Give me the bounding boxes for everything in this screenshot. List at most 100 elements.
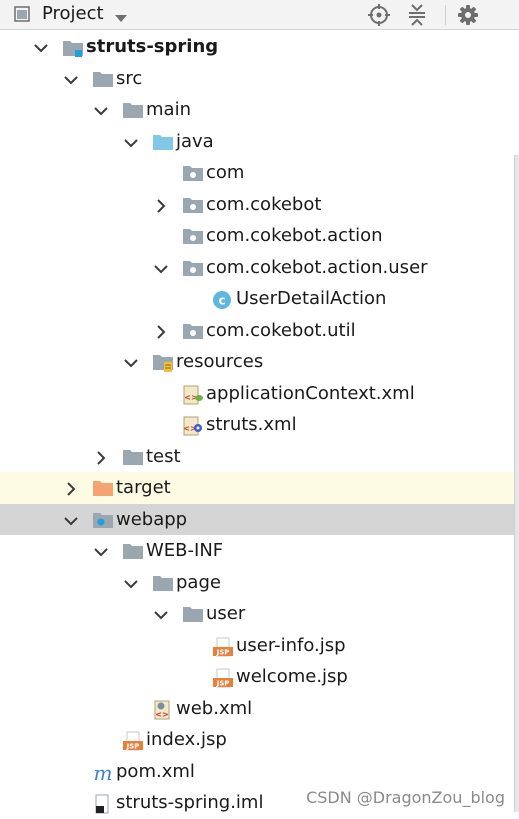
jsp-file-icon: JSP (122, 731, 143, 751)
chevron-down-icon[interactable] (124, 355, 138, 369)
tree-node-resources[interactable]: resources (0, 346, 519, 378)
tree-node-label: com.cokebot.action (206, 225, 383, 246)
tree-node-userdetailaction[interactable]: c UserDetailAction (0, 283, 519, 315)
spring-xml-icon: <> (182, 385, 203, 404)
tree-node-label: main (146, 99, 191, 120)
tree-node-target[interactable]: target (0, 472, 519, 504)
collapse-all-icon[interactable] (405, 3, 429, 27)
tree-node-label: test (146, 445, 181, 467)
tree-node-com-cokebot-action[interactable]: com.cokebot.action (0, 220, 519, 252)
tree-node-com-cokebot[interactable]: com.cokebot (0, 189, 519, 221)
tree-node-label: web.xml (176, 697, 253, 719)
tree-node-label: target (116, 477, 171, 498)
chevron-right-icon[interactable] (154, 324, 168, 339)
tree-node-main[interactable]: main (0, 94, 519, 126)
package-icon (182, 322, 203, 340)
tree-node-label: index.jsp (146, 729, 227, 750)
package-icon (182, 164, 203, 182)
folder-icon (122, 448, 143, 466)
package-icon (182, 259, 203, 277)
svg-text:JSP: JSP (216, 648, 230, 656)
tree-node-label: struts-spring.iml (116, 792, 264, 813)
tree-node-label: webapp (116, 508, 188, 530)
tree-node-web-xml[interactable]: <> web.xml (0, 693, 519, 725)
folder-icon (152, 574, 173, 592)
chevron-down-icon[interactable] (64, 513, 78, 527)
project-tree: struts-spring src main java com com.cokebot co… (0, 31, 519, 819)
tree-node-user-info-jsp[interactable]: JSP user-info.jsp (0, 630, 519, 662)
tree-node-pom-xml[interactable]: m pom.xml (0, 756, 519, 788)
project-view-icon (14, 6, 30, 22)
tree-node-label: pom.xml (116, 760, 195, 782)
tree-node-label: resources (176, 351, 264, 372)
chevron-down-icon[interactable] (154, 261, 168, 275)
chevron-right-icon[interactable] (94, 450, 108, 465)
module-folder-icon (62, 38, 83, 57)
web-xml-icon: <> (152, 700, 172, 719)
java-class-icon: c (212, 290, 232, 309)
folder-icon (182, 605, 203, 623)
tree-node-src[interactable]: src (0, 63, 519, 95)
struts-xml-icon: <> (182, 416, 202, 436)
tree-node-label: src (116, 67, 143, 89)
tree-node-web-inf[interactable]: WEB-INF (0, 535, 519, 567)
chevron-down-icon[interactable] (124, 135, 138, 149)
iml-file-icon (92, 794, 112, 814)
tree-node-label: struts-spring (86, 36, 219, 57)
folder-icon (92, 70, 113, 88)
tree-node-label: com.cokebot.util (206, 319, 356, 341)
tree-node-label: WEB-INF (146, 540, 224, 561)
folder-icon (122, 542, 143, 560)
web-folder-icon (92, 511, 113, 529)
folder-icon (122, 101, 143, 119)
maven-icon: m (92, 761, 113, 785)
project-tool-window-header: Project (0, 0, 519, 30)
svg-text:JSP: JSP (216, 680, 230, 688)
tree-node-java[interactable]: java (0, 126, 519, 158)
tree-node-struts-spring[interactable]: struts-spring (0, 31, 519, 63)
tree-node-label: com (206, 162, 245, 183)
tree-node-label: applicationContext.xml (206, 382, 415, 404)
chevron-down-icon[interactable] (154, 607, 168, 621)
tree-node-label: user (206, 603, 246, 624)
svg-text:<>: <> (155, 710, 168, 719)
svg-text:m: m (94, 763, 113, 783)
tree-node-struts-xml[interactable]: <> struts.xml (0, 409, 519, 441)
chevron-down-icon[interactable] (114, 9, 128, 28)
gear-icon[interactable] (456, 3, 480, 27)
package-icon (182, 196, 203, 214)
chevron-down-icon[interactable] (34, 40, 48, 54)
locate-icon[interactable] (367, 3, 391, 27)
tree-node-label: java (176, 130, 214, 152)
tree-node-com-cokebot-util[interactable]: com.cokebot.util (0, 315, 519, 347)
jsp-file-icon: JSP (212, 637, 233, 656)
svg-text:JSP: JSP (126, 743, 140, 751)
tree-node-welcome-jsp[interactable]: JSP welcome.jsp (0, 661, 519, 693)
resources-folder-icon (152, 353, 173, 372)
chevron-down-icon[interactable] (64, 72, 78, 86)
header-separator (445, 5, 446, 25)
tree-node-com[interactable]: com (0, 157, 519, 189)
excluded-folder-icon (92, 479, 113, 497)
package-icon (182, 227, 203, 245)
jsp-file-icon: JSP (212, 668, 233, 688)
tree-node-page[interactable]: page (0, 567, 519, 599)
tree-node-index-jsp[interactable]: JSP index.jsp (0, 724, 519, 756)
vertical-scrollbar[interactable] (514, 155, 519, 812)
svg-text:c: c (218, 294, 225, 308)
watermark: CSDN @DragonZou_blog (306, 788, 505, 808)
tree-node-label: com.cokebot.action.user (206, 256, 428, 278)
tree-node-com-cokebot-action-user[interactable]: com.cokebot.action.user (0, 252, 519, 284)
tree-node-label: welcome.jsp (236, 666, 348, 687)
tree-node-user[interactable]: user (0, 598, 519, 630)
chevron-down-icon[interactable] (94, 544, 108, 558)
project-view-title[interactable]: Project (42, 3, 104, 25)
chevron-down-icon[interactable] (124, 576, 138, 590)
tree-node-test[interactable]: test (0, 441, 519, 473)
chevron-right-icon[interactable] (64, 481, 78, 496)
tree-node-webapp[interactable]: webapp (0, 503, 519, 535)
tree-node-label: UserDetailAction (236, 288, 387, 309)
tree-node-applicationcontext-xml[interactable]: <> applicationContext.xml (0, 378, 519, 410)
chevron-right-icon[interactable] (154, 198, 168, 213)
chevron-down-icon[interactable] (94, 103, 108, 117)
